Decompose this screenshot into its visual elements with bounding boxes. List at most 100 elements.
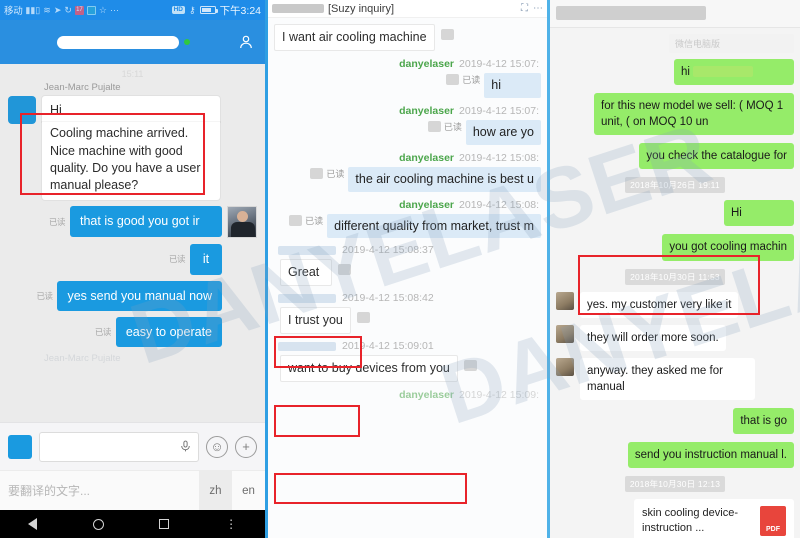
file-attachment-card[interactable]: skin cooling device-instruction ... 523.…: [634, 499, 794, 538]
message-bubble-incoming-highlighted[interactable]: want to buy devices from you: [280, 355, 458, 382]
redacted-contact-name: [272, 4, 324, 13]
lang-en-button[interactable]: en: [232, 470, 265, 511]
timestamp: 2019-4-12 15:08:: [459, 198, 539, 211]
file-name: skin cooling device-instruction ...: [642, 507, 738, 534]
message-row: Hi Cooling machine arrived. Nice machine…: [8, 96, 257, 201]
message-meta: danyelaser 2019-4-12 15:09:: [274, 389, 539, 401]
star-icon: ☆: [98, 4, 107, 15]
message-row: 已读 easy to operate: [8, 316, 257, 347]
avatar-photo[interactable]: [227, 206, 257, 239]
timestamp: 2019-4-12 15:07:: [459, 104, 539, 117]
message-bubble-incoming-highlighted[interactable]: Great: [280, 259, 332, 287]
message-bubble-outgoing[interactable]: you check the catalogue for: [639, 143, 794, 170]
message-bubble-incoming[interactable]: Hi: [42, 96, 220, 123]
device-source-label: 微信电脑版: [669, 34, 794, 53]
message-row: that is go: [556, 407, 794, 435]
message-bubble-incoming[interactable]: anyway. they asked me for manual: [580, 357, 755, 400]
timestamp: 2019-4-12 15:08:37: [342, 244, 434, 257]
translate-bar: 要翻译的文字... zh en: [0, 470, 265, 511]
sender-name: danyelaser: [399, 389, 455, 401]
mobile-nav-bar: [0, 20, 265, 64]
middle-trademanager-panel: [Suzy inquiry] ⛶ ⋯ I want air cooling ma…: [265, 0, 547, 538]
avatar[interactable]: [556, 291, 574, 310]
recents-square-icon[interactable]: [159, 519, 170, 529]
left-message-list: 15:11 Jean-Marc Pujalte Hi Cooling machi…: [0, 64, 265, 422]
trailing-sender-name: Jean-Marc Pujalte: [44, 353, 121, 364]
message-meta: danyelaser 2019-4-12 15:07:: [274, 58, 539, 70]
message-status-icon: [463, 360, 477, 372]
message-bubble-outgoing[interactable]: it: [190, 244, 222, 275]
status-bar-clock: 下午3:24: [219, 4, 261, 17]
mobile-status-bar: 移动 ▮▮▯ ≋ ➤ ↻ 17 ☆ ⋯ HD ⚷ 下午3:24: [0, 0, 265, 20]
message-bubble-incoming-highlighted[interactable]: yes. my customer very like it: [580, 291, 739, 318]
message-row: anyway. they asked me for manual: [556, 357, 794, 400]
smiley-icon[interactable]: ☺: [206, 435, 228, 458]
redacted-sender-name: [278, 293, 336, 303]
message-row: 已读 different quality from market, trust …: [274, 213, 541, 239]
message-bubble-outgoing[interactable]: the air cooling machine is best u: [348, 166, 541, 192]
redacted-contact-name: [57, 35, 179, 49]
message-row: they will order more soon.: [556, 324, 794, 351]
screenshot-root: 移动 ▮▮▯ ≋ ➤ ↻ 17 ☆ ⋯ HD ⚷ 下午3:24 15:11 Je…: [0, 0, 800, 538]
voice-toggle-icon[interactable]: [8, 434, 32, 459]
message-bubble-incoming-highlighted[interactable]: Cooling machine arrived. Nice machine wi…: [42, 122, 220, 201]
translate-input[interactable]: 要翻译的文字...: [8, 482, 199, 499]
message-bubble-outgoing[interactable]: Hi: [724, 200, 794, 227]
redacted-text: [693, 66, 754, 78]
timestamp: 2019-4-12 15:08:42: [342, 292, 434, 305]
status-bar-left-icons: 移动 ▮▮▯ ≋ ➤ ↻ 17 ☆ ⋯: [4, 3, 172, 17]
read-receipt: 已读: [427, 120, 462, 133]
message-row: 微信电脑版: [556, 34, 794, 53]
message-row: send you instruction manual l.: [556, 442, 794, 469]
avatar[interactable]: [8, 96, 36, 124]
sender-name-label: Jean-Marc Pujalte: [44, 82, 121, 93]
message-bubble-incoming[interactable]: I want air cooling machine: [274, 24, 435, 51]
pdf-file-icon: PDF: [760, 506, 786, 537]
message-row: 已读 it: [8, 244, 257, 275]
back-triangle-icon[interactable]: [27, 518, 37, 530]
sender-name: danyelaser: [399, 198, 455, 211]
message-meta: danyelaser 2019-4-12 15:08:: [274, 152, 539, 164]
timestamp: 2019-4-12 15:09:: [459, 389, 539, 401]
message-bubble-outgoing[interactable]: how are yo: [465, 119, 541, 145]
sync-icon: ↻: [64, 4, 72, 15]
message-bubble-outgoing[interactable]: send you instruction manual l.: [627, 442, 794, 469]
message-bubble-incoming-highlighted[interactable]: they will order more soon.: [580, 324, 726, 351]
message-input[interactable]: [39, 431, 199, 462]
message-bubble-outgoing[interactable]: that is good you got ir: [70, 206, 222, 237]
more-icon[interactable]: ⋯: [533, 3, 543, 14]
screenshot-icon: [86, 5, 96, 15]
middle-message-list: I want air cooling machine danyelaser 20…: [268, 18, 547, 538]
home-circle-icon[interactable]: [92, 518, 104, 530]
calendar-icon: 17: [74, 5, 84, 15]
message-row: yes. my customer very like it: [556, 291, 794, 318]
message-row: 已读 how are yo: [274, 119, 541, 145]
message-bubble-outgoing[interactable]: you got cooling machin: [662, 234, 794, 261]
timestamp-badge: 2018年10月30日 11:53: [625, 268, 725, 285]
read-receipt: 已读: [94, 326, 112, 337]
read-receipt: 已读: [168, 254, 186, 265]
message-input-bar: ☺ +: [0, 422, 265, 470]
message-bubble-outgoing[interactable]: hi: [674, 59, 794, 86]
expand-icon[interactable]: ⛶: [521, 3, 528, 14]
message-bubble-incoming-highlighted[interactable]: I trust you: [280, 307, 351, 335]
message-bubble-outgoing[interactable]: yes send you manual now: [57, 280, 222, 311]
message-bubble-outgoing[interactable]: for this new model we sell: ( MOQ 1 unit…: [594, 93, 794, 136]
plus-icon[interactable]: +: [235, 435, 257, 458]
avatar[interactable]: [556, 324, 574, 343]
overflow-menu-icon[interactable]: ⋮: [225, 518, 237, 530]
message-bubble-outgoing[interactable]: that is go: [733, 407, 794, 435]
lang-zh-button[interactable]: zh: [199, 470, 232, 511]
message-row: you check the catalogue for: [556, 143, 794, 170]
person-icon[interactable]: [237, 33, 255, 51]
message-bubble-outgoing[interactable]: hi: [484, 72, 541, 98]
android-navigation-bar: ⋮: [0, 510, 265, 538]
message-row: 已读 yes send you manual now: [8, 280, 257, 311]
microphone-icon[interactable]: [179, 438, 192, 455]
message-bubble-outgoing[interactable]: easy to operate: [115, 316, 222, 347]
avatar[interactable]: [556, 357, 574, 376]
message-row: you got cooling machin: [556, 234, 794, 261]
message-row: for this new model we sell: ( MOQ 1 unit…: [556, 93, 794, 136]
status-bar-right-icons: HD ⚷ 下午3:24: [171, 3, 261, 18]
message-bubble-outgoing[interactable]: different quality from market, trust m: [327, 213, 541, 239]
